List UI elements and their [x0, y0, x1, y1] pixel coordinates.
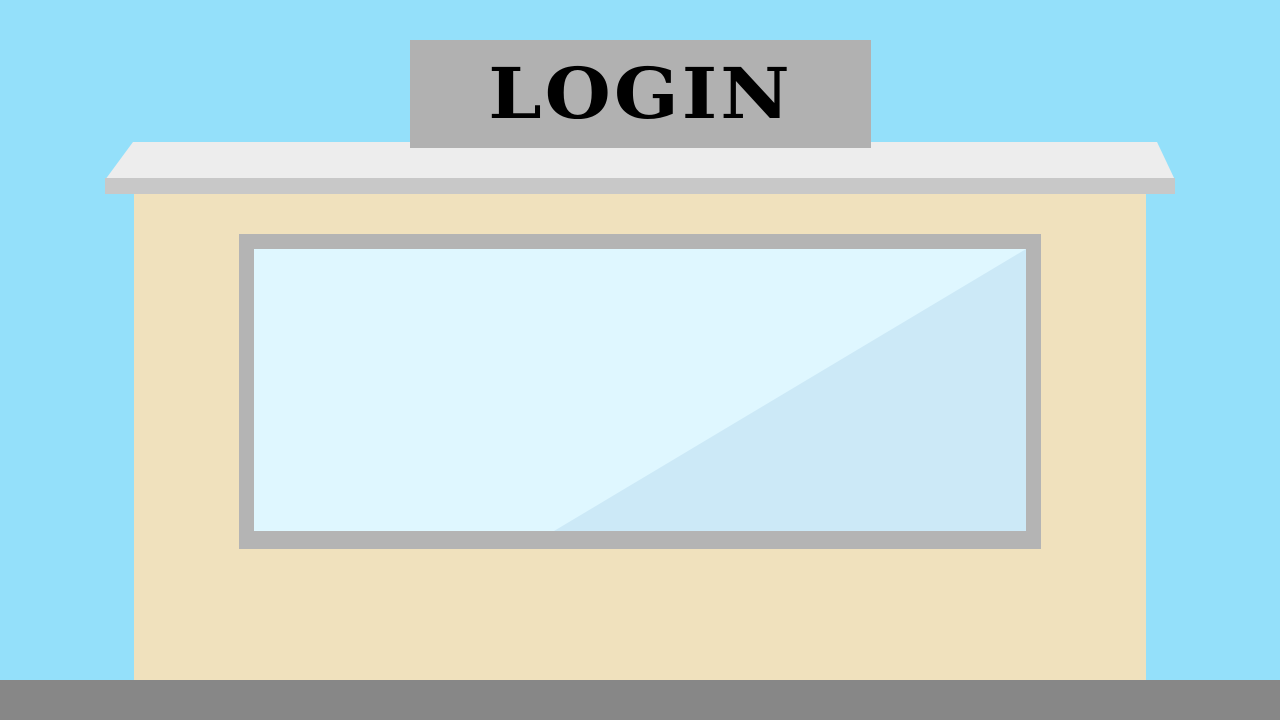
login-sign[interactable]: LOGIN: [410, 40, 871, 148]
window-glass: [254, 249, 1026, 531]
ground: [0, 680, 1280, 720]
roof-edge: [105, 178, 1175, 194]
login-sign-label: LOGIN: [488, 52, 793, 135]
login-scene: LOGIN: [0, 0, 1280, 720]
glass-reflection: [554, 249, 1026, 531]
